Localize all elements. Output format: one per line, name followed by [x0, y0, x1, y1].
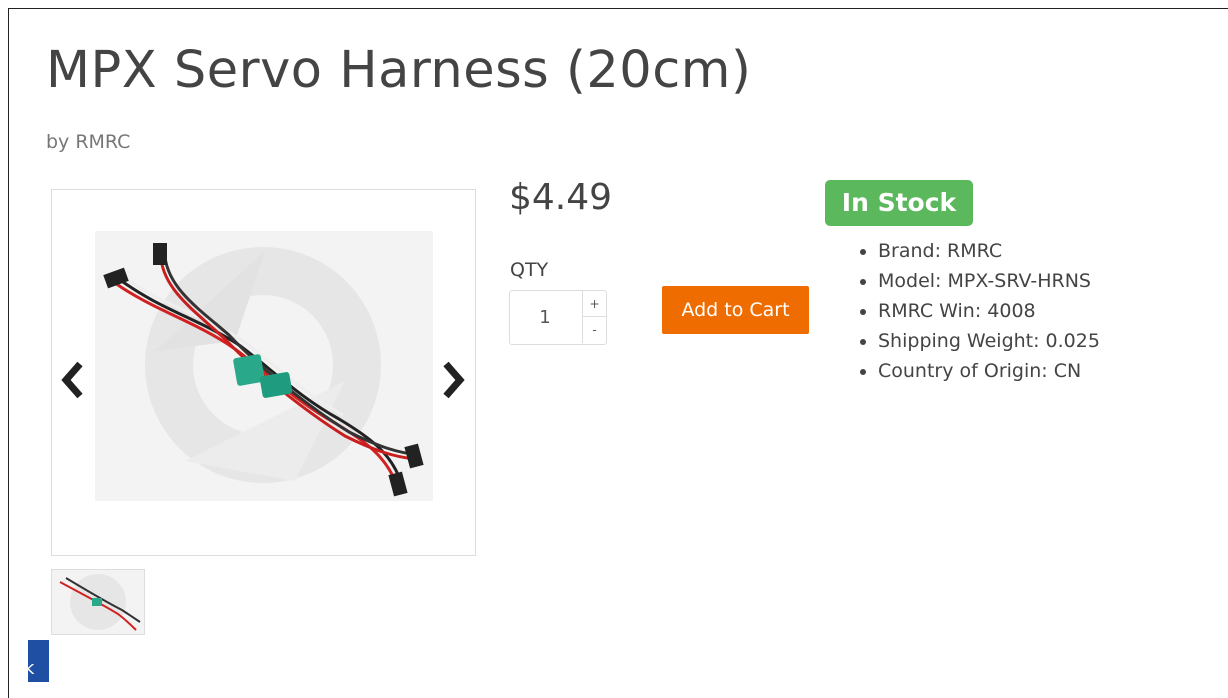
gallery-next-button[interactable] — [440, 360, 466, 400]
thumbnail-image[interactable] — [51, 569, 145, 635]
chevron-left-icon — [61, 361, 83, 399]
qty-increment-button[interactable]: + — [582, 291, 606, 317]
product-byline: by RMRC — [46, 131, 130, 153]
product-specs-list: Brand: RMRC Model: MPX-SRV-HRNS RMRC Win… — [858, 236, 1100, 386]
qty-decrement-button[interactable]: - — [582, 317, 606, 343]
spec-item: Country of Origin: CN — [878, 356, 1100, 386]
spec-item: Model: MPX-SRV-HRNS — [878, 266, 1100, 296]
chevron-right-icon — [443, 361, 465, 399]
qty-label: QTY — [510, 259, 549, 281]
quantity-stepper: + - — [509, 290, 607, 345]
product-title: MPX Servo Harness (20cm) — [46, 41, 752, 100]
byline-prefix: by — [46, 131, 70, 153]
quantity-input[interactable] — [510, 291, 580, 344]
gallery-prev-button[interactable] — [60, 360, 86, 400]
spec-item: Shipping Weight: 0.025 — [878, 326, 1100, 356]
brand-link[interactable]: RMRC — [75, 131, 130, 153]
stock-status-badge: In Stock — [825, 180, 973, 226]
corner-widget-badge[interactable]: k — [28, 640, 49, 682]
main-product-image[interactable] — [95, 231, 433, 501]
spec-item: RMRC Win: 4008 — [878, 296, 1100, 326]
thumbnail-strip — [51, 569, 145, 635]
product-gallery — [51, 189, 476, 556]
add-to-cart-button[interactable]: Add to Cart — [662, 286, 809, 334]
spec-item: Brand: RMRC — [878, 236, 1100, 266]
product-price: $4.49 — [509, 177, 613, 218]
